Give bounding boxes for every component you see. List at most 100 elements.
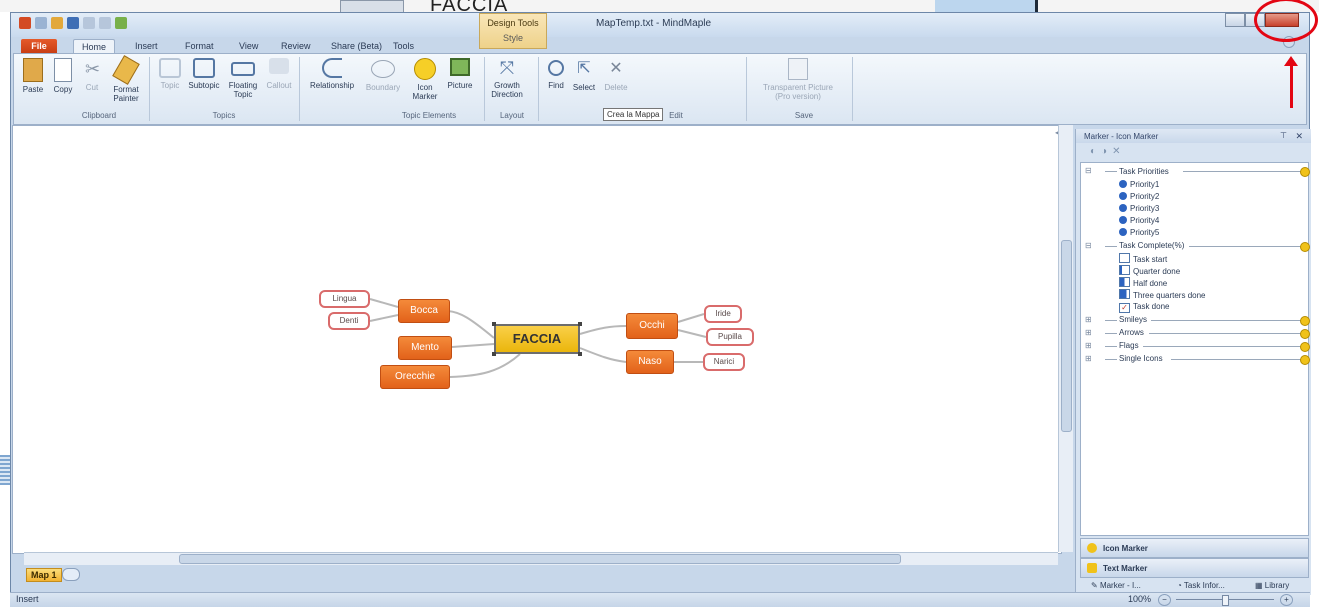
icon-marker-section[interactable]: Icon Marker [1080, 538, 1309, 558]
pin-icon[interactable] [1300, 329, 1310, 339]
new-icon[interactable] [35, 17, 47, 29]
panel-tab-label: Library [1264, 581, 1290, 590]
category-arrows[interactable]: Arrows [1119, 327, 1144, 338]
collapse-icon[interactable]: ⊟ [1085, 166, 1092, 175]
remove-marker-icon[interactable]: ✕ [1112, 146, 1120, 157]
category-task-complete[interactable]: Task Complete(%) [1119, 240, 1184, 251]
category-line [1151, 320, 1301, 321]
text-marker-section[interactable]: Text Marker [1080, 558, 1309, 578]
vertical-scroll-thumb[interactable] [1061, 240, 1072, 432]
vertical-scrollbar[interactable] [1058, 125, 1073, 552]
central-topic[interactable]: FACCIA [494, 324, 580, 354]
tab-view[interactable]: View [231, 39, 266, 53]
zoom-in-button[interactable]: + [1280, 594, 1293, 606]
subtopic-button[interactable]: Subtopic [186, 58, 222, 90]
select-button[interactable]: ⇱ Select [570, 58, 598, 92]
marker-priority3[interactable]: Priority3 [1119, 203, 1159, 214]
save-icon[interactable] [67, 17, 79, 29]
paste-button[interactable]: Paste [20, 58, 46, 94]
selection-handle[interactable] [492, 322, 496, 326]
topic-orecchie[interactable]: Orecchie [380, 365, 450, 389]
cut-button[interactable]: ✂ Cut [80, 58, 104, 92]
subtopic-narici[interactable]: Narici [703, 353, 745, 371]
expand-icon[interactable]: ⊞ [1085, 354, 1092, 363]
minimize-button[interactable] [1225, 13, 1245, 27]
expand-icon[interactable]: ⊞ [1085, 328, 1092, 337]
panel-tab-marker[interactable]: ✎ Marker - I... [1088, 581, 1144, 590]
marker-three-quarters-done[interactable]: Three quarters done [1119, 289, 1206, 300]
category-line [1149, 333, 1301, 334]
callout-button[interactable]: Callout [264, 58, 294, 90]
pin-icon[interactable] [1300, 342, 1310, 352]
panel-tab-library[interactable]: ▦ Library [1252, 581, 1292, 590]
pin-icon[interactable] [1300, 167, 1310, 177]
topic-mento[interactable]: Mento [398, 336, 452, 360]
icon-marker-button[interactable]: Icon Marker [408, 58, 442, 101]
open-icon[interactable] [51, 17, 63, 29]
subtopic-lingua[interactable]: Lingua [319, 290, 370, 308]
pin-icon[interactable] [1300, 355, 1310, 365]
picture-button[interactable]: Picture [444, 58, 476, 90]
boundary-button[interactable]: Boundary [362, 58, 404, 92]
map-tab[interactable]: Map 1 [26, 568, 62, 582]
marker-task-done[interactable]: ✓ Task done [1119, 301, 1169, 313]
topic-naso[interactable]: Naso [626, 350, 674, 374]
category-flags[interactable]: Flags [1119, 340, 1139, 351]
add-map-icon[interactable] [62, 568, 80, 581]
tab-tools[interactable]: Tools [385, 39, 422, 53]
marker-quarter-done[interactable]: Quarter done [1119, 265, 1180, 276]
app-icon[interactable] [19, 17, 31, 29]
selection-handle[interactable] [578, 322, 582, 326]
topic-bocca[interactable]: Bocca [398, 299, 450, 323]
panel-tab-task-info[interactable]: ◔ Task Infor... [1174, 581, 1228, 590]
pin-icon[interactable] [1300, 242, 1310, 252]
marker-priority2[interactable]: Priority2 [1119, 191, 1159, 202]
subtopic-pupilla[interactable]: Pupilla [706, 328, 754, 346]
tab-share[interactable]: Share (Beta) [323, 39, 390, 53]
undo-icon[interactable] [83, 17, 95, 29]
category-single-icons[interactable]: Single Icons [1119, 353, 1163, 364]
category-smileys[interactable]: Smileys [1119, 314, 1147, 325]
zoom-slider-thumb[interactable] [1222, 595, 1229, 606]
relationship-button[interactable]: Relationship [306, 58, 358, 90]
transparent-picture-button[interactable]: Transparent Picture (Pro version) [754, 58, 842, 101]
horizontal-scroll-thumb[interactable] [179, 554, 901, 564]
marker-task-start[interactable]: Task start [1119, 253, 1167, 264]
collapse-icon[interactable]: ⊟ [1085, 241, 1092, 250]
marker-priority4[interactable]: Priority4 [1119, 215, 1159, 226]
growth-direction-button[interactable]: ⤧ Growth Direction [488, 58, 526, 99]
category-task-priorities[interactable]: Task Priorities [1119, 166, 1169, 177]
pin-icon[interactable] [1300, 316, 1310, 326]
marker-half-done[interactable]: Half done [1119, 277, 1167, 288]
add-marker-icon[interactable]: ◐ [1090, 146, 1096, 157]
find-button[interactable]: Find [544, 58, 568, 90]
pin-icon[interactable]: ⊤ [1280, 131, 1287, 140]
tab-format[interactable]: Format [177, 39, 222, 53]
floating-topic-button[interactable]: Floating Topic [224, 58, 262, 99]
tab-review[interactable]: Review [273, 39, 319, 53]
panel-close-icon[interactable]: ✕ [1295, 131, 1303, 142]
topic-occhi[interactable]: Occhi [626, 313, 678, 339]
selection-handle[interactable] [492, 352, 496, 356]
tab-home[interactable]: Home [73, 39, 116, 54]
delete-button[interactable]: ✕ Delete [600, 58, 632, 92]
copy-button[interactable]: Copy [50, 58, 76, 94]
horizontal-scrollbar[interactable] [24, 552, 1058, 565]
marker-priority5[interactable]: Priority5 [1119, 227, 1159, 238]
marker-priority1[interactable]: Priority1 [1119, 179, 1159, 190]
topic-button[interactable]: Topic [156, 58, 184, 90]
expand-icon[interactable]: ⊞ [1085, 341, 1092, 350]
selection-handle[interactable] [578, 352, 582, 356]
edit-marker-icon[interactable]: ◑ [1101, 146, 1107, 157]
panel-header: Marker - Icon Marker ⊤ ✕ [1076, 129, 1311, 143]
save-group-label: Save [794, 111, 814, 120]
subtopic-denti[interactable]: Denti [328, 312, 370, 330]
customize-icon[interactable] [115, 17, 127, 29]
redo-icon[interactable] [99, 17, 111, 29]
format-painter-button[interactable]: Format Painter [106, 55, 146, 103]
subtopic-iride[interactable]: Iride [704, 305, 742, 323]
topics-group-label: Topics [212, 111, 236, 120]
expand-icon[interactable]: ⊞ [1085, 315, 1092, 324]
tab-insert[interactable]: Insert [127, 39, 166, 53]
zoom-out-button[interactable]: − [1158, 594, 1171, 606]
